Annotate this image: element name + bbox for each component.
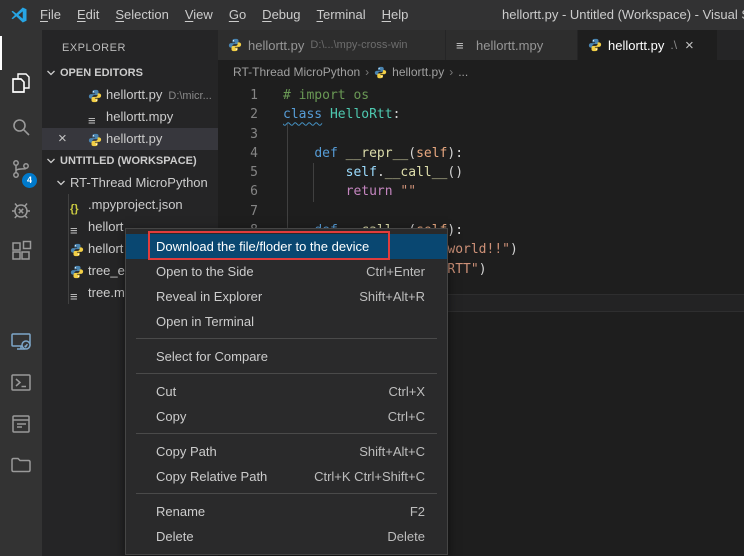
python-icon <box>70 264 84 278</box>
breadcrumb-separator: › <box>449 65 453 79</box>
code-line-3: 3 <box>218 125 744 144</box>
chevron-down-icon <box>56 178 66 188</box>
terminal-icon[interactable] <box>9 371 33 395</box>
menu-item-open-in-terminal[interactable]: Open in Terminal <box>126 309 447 334</box>
tab-hellortt-mpy-2[interactable]: ≡hellortt.mpy <box>446 30 578 60</box>
code-line-2: 2class HelloRtt: <box>218 105 744 124</box>
menu-item-open-to-the-side[interactable]: Open to the SideCtrl+Enter <box>126 259 447 284</box>
breadcrumb: RT-Thread MicroPython › hellortt.py › ..… <box>218 60 744 84</box>
open-editor-hellortt-mpy[interactable]: ≡hellortt.mpy <box>42 106 218 128</box>
open-editors-list: hellortt.pyD:\micr...≡hellortt.mpy×hello… <box>42 84 218 150</box>
vscode-logo-icon <box>10 6 28 24</box>
python-icon <box>70 242 84 256</box>
menu-separator <box>126 369 447 379</box>
file-lines-icon: ≡ <box>70 220 84 234</box>
search-icon[interactable] <box>9 115 33 139</box>
notes-icon[interactable] <box>9 412 33 436</box>
json-braces-icon: {} <box>70 198 84 212</box>
extensions-icon[interactable] <box>9 239 33 263</box>
menubar-help[interactable]: Help <box>374 0 417 30</box>
python-icon <box>88 88 102 102</box>
menubar-edit[interactable]: Edit <box>69 0 107 30</box>
tree-folder-rt-thread-micropython[interactable]: RT-Thread MicroPython <box>42 172 218 194</box>
tab-hellortt-py-1[interactable]: hellortt.pyD:\...\mpy-cross-win <box>218 30 446 60</box>
file-lines-icon: ≡ <box>88 110 102 124</box>
breadcrumb-file[interactable]: hellortt.py <box>392 65 444 79</box>
close-icon[interactable]: × <box>58 128 74 150</box>
window-title: hellortt.py - Untitled (Workspace) - Vis… <box>502 0 744 30</box>
workspace-header[interactable]: UNTITLED (WORKSPACE) <box>42 150 218 172</box>
tab-hellortt-py-3[interactable]: hellortt.py.\× <box>578 30 718 60</box>
tab-bar: hellortt.pyD:\...\mpy-cross-win≡hellortt… <box>218 30 744 60</box>
source-control-badge: 4 <box>22 173 37 188</box>
tree-indent-guide <box>68 194 69 304</box>
open-editor-hellortt-py[interactable]: hellortt.pyD:\micr... <box>42 84 218 106</box>
close-icon[interactable]: × <box>685 37 694 54</box>
file-lines-icon: ≡ <box>70 286 84 300</box>
python-icon <box>88 132 102 146</box>
menubar-file[interactable]: File <box>32 0 69 30</box>
indent-guide <box>287 124 288 232</box>
folder-icon[interactable] <box>9 453 33 477</box>
menu-item-download-the-file-floder-to-the-device[interactable]: Download the file/floder to the device <box>126 234 447 259</box>
chevron-down-icon <box>46 156 56 166</box>
python-icon <box>228 38 242 52</box>
file-lines-icon: ≡ <box>456 38 470 52</box>
menu-item-delete[interactable]: DeleteDelete <box>126 524 447 549</box>
menu-item-copy[interactable]: CopyCtrl+C <box>126 404 447 429</box>
code-line-4: 4 def __repr__(self): <box>218 144 744 163</box>
open-editors-header[interactable]: OPEN EDITORS <box>42 62 218 84</box>
title-bar: FileEditSelectionViewGoDebugTerminalHelp… <box>0 0 744 30</box>
menubar-selection[interactable]: Selection <box>107 0 176 30</box>
menubar-terminal[interactable]: Terminal <box>308 0 373 30</box>
open-editor-hellortt-py[interactable]: ×hellortt.py <box>42 128 218 150</box>
menubar-view[interactable]: View <box>177 0 221 30</box>
chevron-down-icon <box>46 68 56 78</box>
code-line-1: 1# import os <box>218 86 744 105</box>
vscode-window: FileEditSelectionViewGoDebugTerminalHelp… <box>0 0 744 556</box>
breadcrumb-folder[interactable]: RT-Thread MicroPython <box>233 65 360 79</box>
explorer-icon[interactable] <box>9 71 33 95</box>
context-menu: Download the file/floder to the deviceOp… <box>125 228 448 555</box>
active-view-indicator <box>0 36 2 70</box>
indent-guide <box>313 163 314 202</box>
breadcrumb-more[interactable]: ... <box>458 65 468 79</box>
python-icon <box>588 38 602 52</box>
device-monitor-icon[interactable] <box>9 330 33 354</box>
menu-separator <box>126 489 447 499</box>
menu-item-copy-relative-path[interactable]: Copy Relative PathCtrl+K Ctrl+Shift+C <box>126 464 447 489</box>
menu-item-copy-path[interactable]: Copy PathShift+Alt+C <box>126 439 447 464</box>
menu-item-reveal-in-explorer[interactable]: Reveal in ExplorerShift+Alt+R <box>126 284 447 309</box>
menubar-go[interactable]: Go <box>221 0 254 30</box>
python-icon <box>374 66 387 79</box>
sidebar-title: EXPLORER <box>42 30 218 62</box>
debug-icon[interactable] <box>9 198 33 222</box>
menu-item-cut[interactable]: CutCtrl+X <box>126 379 447 404</box>
breadcrumb-separator: › <box>365 65 369 79</box>
menubar-debug[interactable]: Debug <box>254 0 308 30</box>
context-menu-items: Download the file/floder to the deviceOp… <box>126 234 447 549</box>
menu-item-select-for-compare[interactable]: Select for Compare <box>126 344 447 369</box>
menu-separator <box>126 334 447 344</box>
code-line-7: 7 <box>218 202 744 221</box>
code-line-6: 6 return "" <box>218 182 744 201</box>
menu-item-rename[interactable]: RenameF2 <box>126 499 447 524</box>
activity-bar: 4 <box>0 30 42 556</box>
menu-bar: FileEditSelectionViewGoDebugTerminalHelp <box>32 0 416 30</box>
menu-separator <box>126 429 447 439</box>
code-line-5: 5 self.__call__() <box>218 163 744 182</box>
